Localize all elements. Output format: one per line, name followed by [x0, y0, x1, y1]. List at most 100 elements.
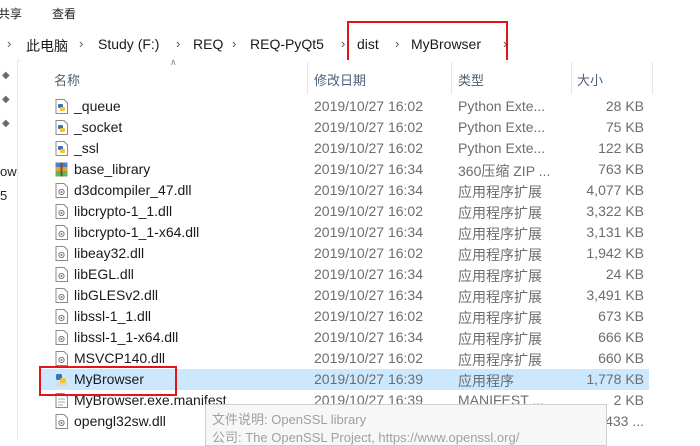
column-header-name[interactable]: 名称	[54, 70, 80, 89]
file-size: 666 KB	[598, 329, 644, 345]
file-size: 24 KB	[605, 266, 644, 282]
file-date-modified: 2019/10/27 16:02	[314, 140, 423, 156]
file-date-modified: 2019/10/27 16:34	[314, 224, 423, 240]
file-name: libssl-1_1-x64.dll	[74, 329, 179, 345]
sort-ascending-icon: ∧	[170, 57, 177, 67]
breadcrumb-separator-icon[interactable]: ›	[232, 36, 236, 51]
file-type: 应用程序扩展	[458, 289, 542, 305]
breadcrumb-chevron-icon[interactable]: ›	[7, 36, 11, 51]
file-name: libGLESv2.dll	[74, 287, 159, 303]
file-name: MSVCP140.dll	[74, 350, 166, 366]
file-size: 4,077 KB	[586, 182, 644, 198]
file-name: _socket	[74, 119, 123, 135]
file-type: 应用程序扩展	[458, 268, 542, 284]
file-row[interactable]: libssl-1_1-x64.dll 2019/10/27 16:34 应用程序扩展…	[40, 327, 649, 348]
file-size: 75 KB	[605, 119, 644, 135]
file-name: base_library	[74, 161, 151, 177]
file-type: 应用程序扩展	[458, 331, 542, 347]
file-type: 应用程序扩展	[458, 205, 542, 221]
column-divider[interactable]	[571, 62, 572, 94]
nav-item-fragment[interactable]: ow	[0, 164, 17, 179]
file-name: libeay32.dll	[74, 245, 145, 261]
tooltip-company: 公司: The OpenSSL Project, https://www.ope…	[212, 430, 520, 445]
file-name: _ssl	[74, 140, 99, 156]
file-tooltip: 文件说明: OpenSSL library 公司: The OpenSSL Pr…	[205, 404, 607, 446]
file-type: 应用程序扩展	[458, 226, 542, 242]
file-name: libssl-1_1.dll	[74, 308, 152, 324]
file-size: 2 KB	[613, 392, 644, 408]
ribbon-tab-view[interactable]: 查看	[52, 5, 76, 22]
file-row[interactable]: libeay32.dll 2019/10/27 16:02 应用程序扩展 1,942 …	[40, 243, 649, 264]
file-date-modified: 2019/10/27 16:02	[314, 203, 423, 219]
file-date-modified: 2019/10/27 16:02	[314, 119, 423, 135]
file-row[interactable]: libssl-1_1.dll 2019/10/27 16:02 应用程序扩展 673 …	[40, 306, 649, 327]
file-type: Python Exte...	[458, 119, 546, 135]
file-date-modified: 2019/10/27 16:34	[314, 161, 423, 177]
file-size: 1,942 KB	[586, 245, 644, 261]
breadcrumb-req-pyqt5[interactable]: REQ-PyQt5	[250, 36, 324, 52]
file-size: 122 KB	[598, 140, 644, 156]
pin-icon[interactable]: ◆	[2, 70, 10, 81]
pin-icon[interactable]: ◆	[2, 94, 10, 105]
file-name: _queue	[74, 98, 121, 114]
breadcrumb-separator-icon[interactable]: ›	[341, 36, 345, 51]
column-header-date[interactable]: 修改日期	[314, 70, 366, 89]
file-type: 应用程序	[458, 373, 514, 389]
file-size: 660 KB	[598, 350, 644, 366]
file-date-modified: 2019/10/27 16:02	[314, 98, 423, 114]
highlight-box-path	[347, 21, 508, 64]
file-name: d3dcompiler_47.dll	[74, 182, 192, 198]
file-date-modified: 2019/10/27 16:34	[314, 329, 423, 345]
file-size: 3,491 KB	[586, 287, 644, 303]
file-date-modified: 2019/10/27 16:34	[314, 287, 423, 303]
file-type: 应用程序扩展	[458, 184, 542, 200]
navigation-pane[interactable]: ◆ ◆ ◆ ow 5	[0, 60, 18, 439]
file-date-modified: 2019/10/27 16:34	[314, 266, 423, 282]
file-date-modified: 2019/10/27 16:39	[314, 371, 423, 387]
pin-icon[interactable]: ◆	[2, 118, 10, 129]
column-divider[interactable]	[307, 62, 308, 94]
file-date-modified: 2019/10/27 16:02	[314, 308, 423, 324]
file-type: 应用程序扩展	[458, 247, 542, 263]
file-name: opengl32sw.dll	[74, 413, 166, 429]
file-row[interactable]: libcrypto-1_1-x64.dll 2019/10/27 16:34 应用程…	[40, 222, 649, 243]
ribbon-tab-share[interactable]: 共享	[0, 5, 22, 22]
file-date-modified: 2019/10/27 16:02	[314, 245, 423, 261]
highlight-box-mybrowser	[39, 366, 177, 396]
breadcrumb-req[interactable]: REQ	[193, 36, 223, 52]
breadcrumb-study-drive[interactable]: Study (F:)	[98, 36, 159, 52]
file-type: 360压缩 ZIP ...	[458, 163, 551, 179]
column-header-type[interactable]: 类型	[458, 70, 484, 89]
file-row[interactable]: _socket 2019/10/27 16:02 Python Exte... 75 …	[40, 117, 649, 138]
file-size: 1,778 KB	[586, 371, 644, 387]
file-row[interactable]: _ssl 2019/10/27 16:02 Python Exte... 122 KB	[40, 138, 649, 159]
file-row[interactable]: d3dcompiler_47.dll 2019/10/27 16:34 应用程序扩展…	[40, 180, 649, 201]
column-divider[interactable]	[652, 62, 653, 94]
file-name: libcrypto-1_1.dll	[74, 203, 173, 219]
file-date-modified: 2019/10/27 16:34	[314, 182, 423, 198]
file-row[interactable]: libcrypto-1_1.dll 2019/10/27 16:02 应用程序扩展 3…	[40, 201, 649, 222]
file-type: 应用程序扩展	[458, 352, 542, 368]
file-row[interactable]: libEGL.dll 2019/10/27 16:34 应用程序扩展 24 KB	[40, 264, 649, 285]
file-date-modified: 2019/10/27 16:02	[314, 350, 423, 366]
file-type: Python Exte...	[458, 140, 546, 156]
breadcrumb-separator-icon[interactable]: ›	[176, 36, 180, 51]
file-name: libcrypto-1_1-x64.dll	[74, 224, 200, 240]
column-header-size[interactable]: 大小	[577, 70, 603, 89]
file-type: 应用程序扩展	[458, 310, 542, 326]
file-type: Python Exte...	[458, 98, 546, 114]
file-row[interactable]: libGLESv2.dll 2019/10/27 16:34 应用程序扩展 3,491…	[40, 285, 649, 306]
file-row[interactable]: base_library 2019/10/27 16:34 360压缩 ZIP ..…	[40, 159, 649, 180]
breadcrumb-this-pc[interactable]: 此电脑	[26, 36, 68, 56]
column-divider[interactable]	[451, 62, 452, 94]
file-size: 673 KB	[598, 308, 644, 324]
file-row[interactable]: _queue 2019/10/27 16:02 Python Exte... 28 K…	[40, 96, 649, 117]
file-size: 28 KB	[605, 98, 644, 114]
tooltip-description: 文件说明: OpenSSL library	[212, 412, 367, 427]
file-size: 763 KB	[598, 161, 644, 177]
file-name: libEGL.dll	[74, 266, 134, 282]
breadcrumb-separator-icon[interactable]: ›	[79, 36, 83, 51]
file-size: 3,322 KB	[586, 203, 644, 219]
file-size: 3,131 KB	[586, 224, 644, 240]
nav-item-fragment[interactable]: 5	[0, 188, 7, 203]
